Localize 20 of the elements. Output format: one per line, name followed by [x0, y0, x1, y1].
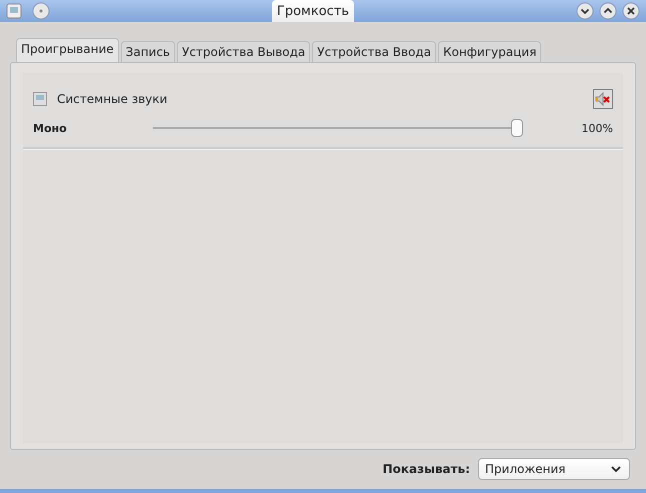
- stream-name: Системные звуки: [57, 92, 168, 106]
- mute-speaker-icon[interactable]: [593, 89, 613, 109]
- app-icon[interactable]: [6, 3, 22, 19]
- maximize-icon[interactable]: [599, 2, 617, 20]
- tab[interactable]: Запись: [120, 41, 176, 62]
- minimize-icon[interactable]: [576, 2, 594, 20]
- close-icon[interactable]: [622, 2, 640, 20]
- chevron-down-icon: [611, 466, 621, 472]
- tab[interactable]: Конфигурация: [438, 41, 542, 62]
- tab[interactable]: Проигрывание: [16, 38, 119, 62]
- window-title: Громкость: [272, 0, 354, 22]
- app-icon: [33, 92, 47, 106]
- tab[interactable]: Устройства Вывода: [177, 41, 310, 62]
- slider-thumb[interactable]: [511, 119, 523, 137]
- show-dropdown[interactable]: Приложения: [478, 458, 630, 480]
- volume-reading: 100%: [582, 122, 613, 134]
- volume-slider[interactable]: [153, 119, 523, 137]
- show-label: Показывать:: [382, 462, 470, 476]
- channel-label: Моно: [33, 122, 68, 134]
- tab[interactable]: Устройства Ввода: [312, 41, 436, 62]
